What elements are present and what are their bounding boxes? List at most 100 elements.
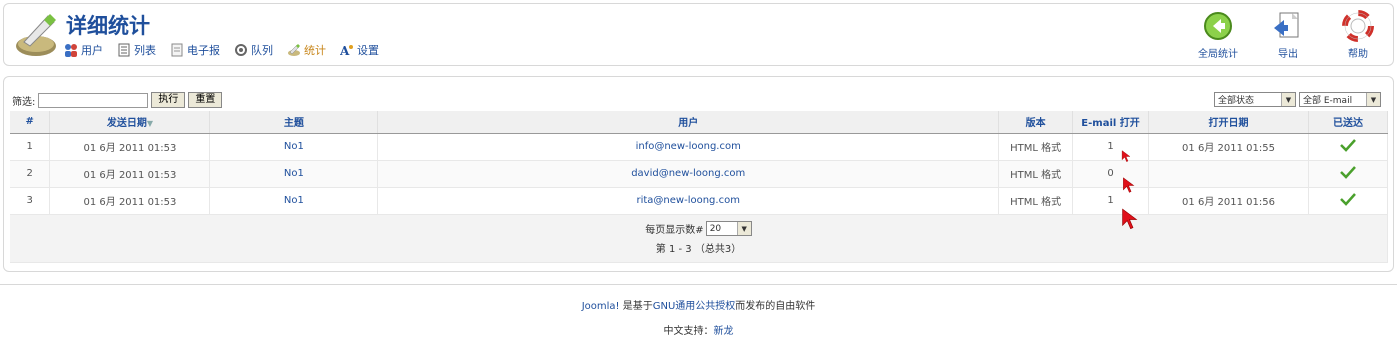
col-header-delivered[interactable]: 已送达 (1308, 111, 1389, 134)
checkmark-icon (1340, 193, 1356, 206)
help-label: 帮助 (1348, 49, 1368, 60)
export-button[interactable]: 导出 (1253, 10, 1323, 64)
table-footer: 每页显示数# 20 ▼ 第 1 - 3 （总共3） (10, 213, 1388, 263)
menu-item-queue[interactable]: 队列 (234, 42, 273, 58)
filter-bar: 筛选: 执行 重置 (12, 92, 223, 108)
col-header-label: 发送日期 (106, 118, 147, 130)
menu-item-label: 电子报 (187, 44, 220, 57)
col-header-num[interactable]: # (10, 111, 51, 134)
cell-open-date: 01 6月 2011 01:56 (1148, 187, 1309, 215)
pagination-text: 第 1 - 3 （总共3） (655, 244, 742, 255)
global-stats-button[interactable]: 全局统计 (1183, 10, 1253, 64)
email-select[interactable]: 全部 E-mail ▼ (1299, 92, 1381, 107)
sort-desc-icon: ▼ (146, 119, 154, 129)
per-page-select[interactable]: 20 ▼ (705, 221, 752, 236)
page-title: 详细统计 (66, 14, 150, 38)
table-row: 2 01 6月 2011 01:53 No1 david@new-loong.c… (10, 160, 1389, 188)
menu-item-newsletters[interactable]: 电子报 (170, 42, 220, 58)
per-page-label: 每页显示数# (645, 225, 704, 236)
cell-user[interactable]: rita@new-loong.com (377, 187, 1000, 215)
cursor-arrow-icon (1123, 177, 1135, 193)
menu-item-settings[interactable]: A 设置 (340, 42, 379, 58)
cell-send-date: 01 6月 2011 01:53 (49, 160, 211, 188)
pagination-cell: 每页显示数# 20 ▼ 第 1 - 3 （总共3） (10, 213, 1388, 263)
per-page-value: 20 (709, 223, 722, 234)
menu-item-label: 队列 (251, 44, 273, 57)
filter-selects: 全部状态 ▼ 全部 E-mail ▼ (1214, 92, 1381, 107)
settings-icon: A (340, 44, 353, 57)
export-label: 导出 (1278, 49, 1298, 60)
cell-delivered (1308, 133, 1389, 161)
filter-input[interactable] (38, 92, 149, 108)
submenu: 用户 列表 电子报 队列 统计 A 设置 (64, 42, 379, 58)
cell-open-date: 01 6月 2011 01:55 (1148, 133, 1309, 161)
cell-opened: 1 (1072, 133, 1150, 161)
col-header-user[interactable]: 用户 (377, 111, 1000, 134)
table-row: 3 01 6月 2011 01:53 No1 rita@new-loong.co… (10, 187, 1389, 215)
footer-text: 而发布的自由软件 (735, 301, 816, 312)
col-header-opened[interactable]: E-mail 打开 (1072, 111, 1150, 134)
checkmark-icon (1340, 139, 1356, 152)
cell-subject[interactable]: No1 (209, 133, 379, 161)
menu-item-users[interactable]: 用户 (64, 42, 103, 58)
cell-opened: 0 (1072, 160, 1150, 188)
users-icon (65, 44, 77, 57)
cell-num: 2 (10, 160, 51, 188)
table-header: # 发送日期▼ 主题 用户 版本 E-mail 打开 打开日期 已送达 (10, 111, 1389, 134)
status-select-value: 全部状态 (1218, 96, 1255, 106)
menu-item-stats[interactable]: 统计 (287, 42, 326, 58)
joomla-link[interactable]: Joomla! (582, 301, 620, 312)
cell-version: HTML 格式 (998, 160, 1074, 188)
svg-text:A: A (340, 44, 350, 57)
cell-user[interactable]: info@new-loong.com (377, 133, 1000, 161)
export-icon (1274, 12, 1299, 38)
support-link[interactable]: 新龙 (714, 326, 734, 337)
col-header-version[interactable]: 版本 (998, 111, 1074, 134)
cell-num: 3 (10, 187, 51, 215)
cell-send-date: 01 6月 2011 01:53 (49, 133, 211, 161)
cell-version: HTML 格式 (998, 133, 1074, 161)
cell-subject[interactable]: No1 (209, 187, 379, 215)
chevron-down-icon: ▼ (1366, 93, 1380, 106)
page-footer: Joomla! 是基于GNU通用公共授权而发布的自由软件 中文支持：新龙 (0, 284, 1397, 337)
gnu-license-link[interactable]: GNU通用公共授权 (653, 301, 736, 312)
global-stats-label: 全局统计 (1198, 49, 1238, 60)
col-header-subject[interactable]: 主题 (209, 111, 379, 134)
checkmark-icon (1340, 166, 1356, 179)
filter-label: 筛选: (12, 96, 36, 108)
menu-item-label: 设置 (357, 44, 379, 57)
license-line: Joomla! 是基于GNU通用公共授权而发布的自由软件 (0, 297, 1397, 312)
cursor-arrow-icon (1122, 208, 1138, 230)
email-select-value: 全部 E-mail (1303, 96, 1353, 106)
toolbar: 全局统计 导出 帮助 (1183, 10, 1393, 64)
menu-item-lists[interactable]: 列表 (117, 42, 156, 58)
list-icon (118, 43, 130, 57)
support-label: 中文支持： (663, 326, 714, 337)
footer-text: 是基于 (619, 301, 653, 312)
cell-subject[interactable]: No1 (209, 160, 379, 188)
cell-open-date (1148, 160, 1309, 188)
stats-logo-icon (16, 14, 56, 56)
per-page-control: 每页显示数# 20 ▼ (10, 221, 1387, 236)
cell-send-date: 01 6月 2011 01:53 (49, 187, 211, 215)
cell-delivered (1308, 187, 1389, 215)
help-button[interactable]: 帮助 (1323, 10, 1393, 64)
cell-delivered (1308, 160, 1389, 188)
chevron-down-icon: ▼ (736, 222, 751, 235)
lifebuoy-icon (1342, 10, 1374, 42)
col-header-open-date[interactable]: 打开日期 (1148, 111, 1309, 134)
stats-table: # 发送日期▼ 主题 用户 版本 E-mail 打开 打开日期 已送达 1 01… (10, 111, 1389, 263)
cell-num: 1 (10, 133, 51, 161)
arrow-left-circle-icon (1204, 12, 1232, 40)
execute-button[interactable]: 执行 (151, 92, 186, 108)
reset-button[interactable]: 重置 (188, 92, 223, 108)
status-select[interactable]: 全部状态 ▼ (1214, 92, 1296, 107)
stats-panel: 筛选: 执行 重置 全部状态 ▼ 全部 E-mail ▼ # 发送日期▼ 主题 … (3, 76, 1394, 272)
cursor-arrow-icon (1121, 150, 1131, 162)
col-header-send-date[interactable]: 发送日期▼ (49, 111, 211, 134)
newsletter-icon (171, 43, 183, 57)
cell-user[interactable]: david@new-loong.com (377, 160, 1000, 188)
cell-version: HTML 格式 (998, 187, 1074, 215)
table-row: 1 01 6月 2011 01:53 No1 info@new-loong.co… (10, 133, 1389, 161)
queue-icon (235, 44, 247, 56)
